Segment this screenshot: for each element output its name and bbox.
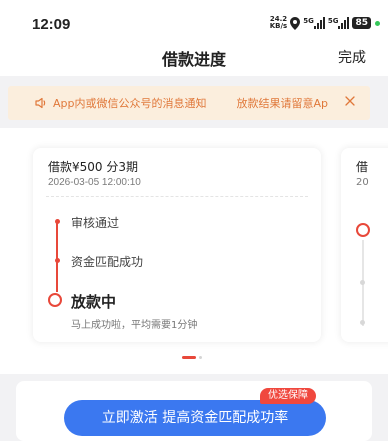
notice-text-scrolling: 放款结果请留意Ap	[236, 97, 329, 110]
navigation-header: 借款进度 完成	[0, 40, 388, 76]
step-label-approved: 审核通过	[71, 216, 120, 230]
pager-dot	[199, 356, 202, 359]
notice-banner: App内或微信公众号的消息通知 放款结果请留意Ap	[8, 86, 370, 120]
guarantee-badge: 优选保障	[260, 388, 316, 404]
close-icon[interactable]	[344, 95, 356, 107]
next-card-title: 借	[356, 160, 369, 174]
privacy-indicator-dot	[375, 20, 380, 26]
page-title: 借款进度	[161, 50, 226, 69]
status-icons: 24.2 KB/s 5G 5G 85	[270, 14, 380, 32]
loan-amount-title: 借款¥500 分3期	[48, 160, 138, 174]
timeline-current-node	[48, 293, 62, 307]
step-label-matched: 资金匹配成功	[71, 255, 144, 269]
notice-text: App内或微信公众号的消息通知	[53, 97, 207, 110]
loan-date: 2026-03-05 12:00:10	[48, 177, 141, 188]
status-bar: 12:09 24.2 KB/s 5G 5G 85	[0, 0, 388, 40]
activate-button[interactable]: 立即激活 提高资金匹配成功率	[64, 400, 326, 436]
battery-icon: 85	[352, 17, 371, 29]
location-icon	[290, 16, 301, 30]
network-speed-unit: KB/s	[269, 22, 288, 30]
signal-1-label: 5G	[303, 17, 314, 25]
network-speed: 24.2 KB/s	[270, 16, 287, 30]
clock: 12:09	[32, 16, 71, 33]
speaker-icon	[35, 97, 46, 109]
signal-icon-2: 5G	[328, 17, 350, 29]
pager-dot-active	[182, 356, 196, 359]
current-step-description: 马上成功啦，平均需要1分钟	[71, 320, 198, 331]
timeline-dot-pending	[360, 280, 365, 285]
done-button[interactable]: 完成	[338, 47, 366, 67]
timeline-line	[56, 220, 58, 292]
carousel-pager	[182, 356, 202, 359]
next-card-date: 20	[356, 177, 369, 188]
timeline-dot-done	[54, 219, 60, 224]
loan-progress-card[interactable]: 借款¥500 分3期 2026-03-05 12:00:10 审核通过 资金匹配…	[33, 148, 321, 342]
next-loan-card[interactable]: 借 20	[341, 148, 388, 342]
current-step-label: 放款中	[71, 293, 117, 311]
timeline-dot-pending	[360, 320, 365, 325]
signal-icon-1: 5G	[303, 17, 325, 29]
timeline-current-node	[356, 223, 370, 237]
timeline-dot-done	[54, 258, 60, 263]
signal-2-label: 5G	[327, 17, 339, 25]
card-divider	[46, 196, 308, 197]
